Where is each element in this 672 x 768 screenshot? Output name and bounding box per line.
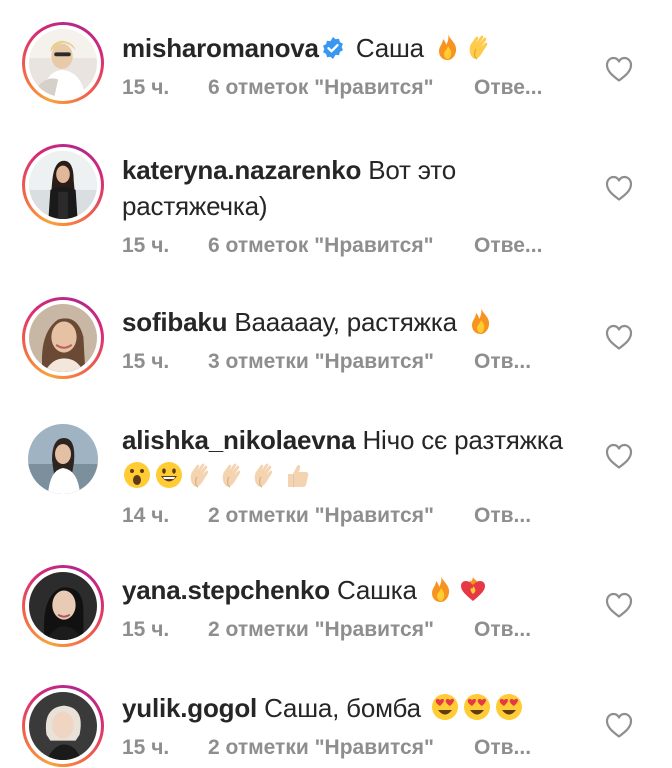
comment-likes-link[interactable]: 2 отметки "Нравится"	[208, 616, 474, 644]
comment-username[interactable]: sofibaku	[122, 307, 228, 337]
comment-username[interactable]: kateryna.nazarenko	[122, 155, 361, 185]
comment-text: Вааааау, растяжка	[234, 307, 457, 337]
comment-username[interactable]: yulik.gogol	[122, 693, 257, 723]
avatar	[29, 572, 97, 640]
fire-emoji	[466, 306, 496, 336]
comment-text: Нічо сє разтяжка	[362, 425, 563, 455]
comment-text: Саша, бомба	[264, 693, 421, 723]
like-heart-icon[interactable]	[604, 711, 634, 739]
astonished-face-emoji	[122, 460, 152, 490]
clapping-hands-emoji	[218, 460, 248, 490]
like-heart-icon[interactable]	[604, 323, 634, 351]
avatar	[29, 151, 97, 219]
reply-button[interactable]: Отве...	[474, 232, 542, 260]
comment-time: 15 ч.	[122, 76, 170, 99]
comment-time: 15 ч.	[122, 618, 170, 641]
avatar-story-ring[interactable]	[22, 297, 104, 379]
heart-eyes-emoji	[462, 692, 492, 722]
avatar[interactable]	[28, 424, 98, 494]
avatar	[29, 304, 97, 372]
grinning-face-emoji	[154, 460, 184, 490]
heart-on-fire-emoji	[458, 574, 488, 604]
comment-likes-link[interactable]: 6 отметок "Нравится"	[208, 232, 474, 260]
comment-likes-link[interactable]: 2 отметки "Нравится"	[208, 734, 474, 762]
comment-text: Сашка	[337, 575, 417, 605]
like-heart-icon[interactable]	[604, 442, 634, 470]
comment-time: 15 ч.	[122, 736, 170, 759]
reply-button[interactable]: Отве...	[474, 74, 542, 102]
reply-button[interactable]: Отв...	[474, 734, 531, 762]
thumbs-up-emoji	[282, 460, 312, 490]
fire-emoji	[433, 32, 463, 62]
avatar-story-ring[interactable]	[22, 565, 104, 647]
comment-likes-link[interactable]: 2 отметки "Нравится"	[208, 502, 474, 530]
comment-text: Саша	[355, 33, 424, 63]
like-heart-icon[interactable]	[604, 591, 634, 619]
reply-button[interactable]: Отв...	[474, 502, 531, 530]
heart-eyes-emoji	[430, 692, 460, 722]
comment-time: 15 ч.	[122, 234, 170, 257]
comment-time: 15 ч.	[122, 350, 170, 373]
fire-emoji	[426, 574, 456, 604]
like-heart-icon[interactable]	[604, 174, 634, 202]
comments-list: misharomanova Саша 15 ч. 6 отметок "Нрави…	[0, 0, 672, 768]
clapping-hands-emoji	[465, 32, 495, 62]
avatar-story-ring[interactable]	[22, 144, 104, 226]
avatar-story-ring[interactable]	[22, 22, 104, 104]
clapping-hands-emoji	[250, 460, 280, 490]
comment-likes-link[interactable]: 6 отметок "Нравится"	[208, 74, 474, 102]
comment-likes-link[interactable]: 3 отметки "Нравится"	[208, 348, 474, 376]
heart-eyes-emoji	[494, 692, 524, 722]
reply-button[interactable]: Отв...	[474, 348, 531, 376]
reply-button[interactable]: Отв...	[474, 616, 531, 644]
avatar-story-ring[interactable]	[22, 685, 104, 767]
verified-badge-icon	[321, 33, 345, 59]
clapping-hands-emoji	[186, 460, 216, 490]
avatar	[29, 692, 97, 760]
comment-username[interactable]: misharomanova	[122, 33, 319, 63]
like-heart-icon[interactable]	[604, 55, 634, 83]
comment-time: 14 ч.	[122, 504, 170, 527]
comment-username[interactable]: alishka_nikolaevna	[122, 425, 356, 455]
comment-username[interactable]: yana.stepchenko	[122, 575, 330, 605]
avatar	[29, 29, 97, 97]
